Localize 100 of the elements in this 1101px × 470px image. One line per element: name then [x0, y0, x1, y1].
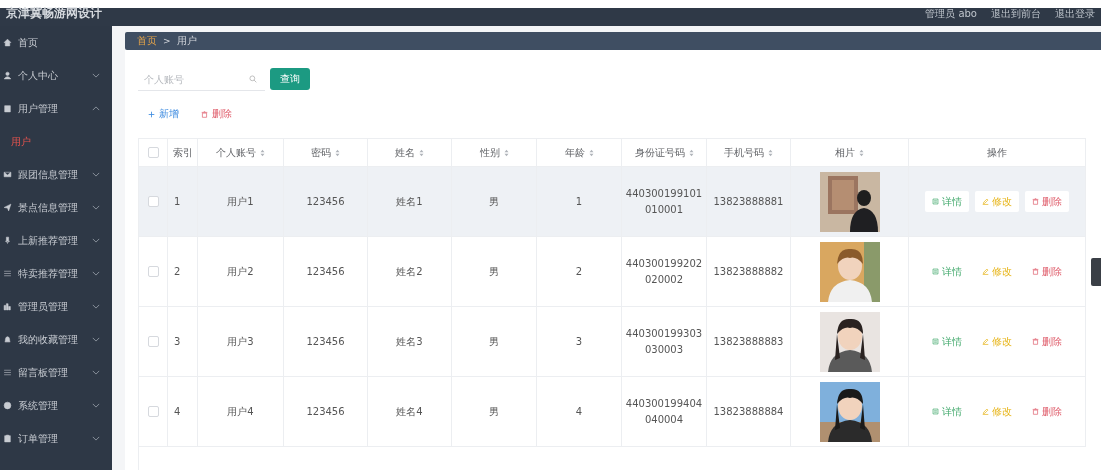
table-cell-text: 4: [174, 404, 181, 419]
table-cell-text: 1: [174, 194, 181, 209]
table-cell-text: 123456: [306, 334, 345, 349]
sidebar-item[interactable]: 订单管理: [0, 422, 112, 455]
admin-label: 管理员 abo: [925, 7, 977, 21]
details-button[interactable]: 详情: [925, 191, 969, 212]
trash-icon: [1032, 268, 1039, 275]
table-cell-text: 13823888884: [713, 404, 784, 419]
sidebar-item[interactable]: 景点信息管理: [0, 191, 112, 224]
column-header: 相片: [835, 145, 855, 160]
column-header: 姓名: [395, 145, 415, 160]
table-cell-text: 440300199101010001: [624, 186, 704, 217]
menu-item-icon: [3, 38, 12, 47]
select-all-checkbox[interactable]: [147, 147, 159, 158]
sidebar-item[interactable]: 系统管理: [0, 389, 112, 422]
table-cell-text: 男: [489, 334, 499, 349]
sort-icon[interactable]: [260, 148, 265, 157]
pencil-icon: [982, 338, 989, 345]
table-cell-text: 用户3: [227, 334, 254, 349]
column-header: 密码: [311, 145, 331, 160]
sidebar-item[interactable]: 首页: [0, 26, 112, 59]
menu-item-icon: [3, 335, 12, 344]
details-button[interactable]: 详情: [925, 331, 969, 352]
menu-item-icon: [3, 236, 12, 245]
breadcrumb-separator: >: [163, 36, 171, 46]
column-header: 个人账号: [216, 145, 256, 160]
menu-item-icon: [3, 104, 12, 113]
sidebar-item[interactable]: 我的收藏管理: [0, 323, 112, 356]
header-link[interactable]: 退出到前台: [991, 7, 1041, 21]
table-cell-text: 123456: [306, 194, 345, 209]
table-cell-text: 1: [575, 194, 583, 209]
header-link[interactable]: 退出登录: [1055, 7, 1095, 21]
trash-icon: [1032, 408, 1039, 415]
table-cell-text: 姓名2: [396, 264, 423, 279]
document-icon: [932, 198, 939, 205]
column-header: 操作: [987, 145, 1007, 160]
menu-item-icon: [3, 170, 12, 179]
table-cell-text: 姓名3: [396, 334, 423, 349]
menu-item-icon: [3, 368, 12, 377]
table-cell-text: 2: [575, 264, 583, 279]
document-icon: [932, 268, 939, 275]
row-checkbox[interactable]: [147, 266, 159, 277]
site-title: 京津冀畅游网设计: [6, 4, 102, 22]
delete-button[interactable]: 删除: [1025, 401, 1069, 422]
delete-button[interactable]: 删除: [1025, 331, 1069, 352]
table-cell-text: 440300199303030003: [624, 326, 704, 357]
menu-item-icon: [3, 71, 12, 80]
sidebar-item[interactable]: 特卖推荐管理: [0, 257, 112, 290]
breadcrumb-link[interactable]: 首页: [137, 34, 157, 48]
sidebar-item[interactable]: 跟团信息管理: [0, 158, 112, 191]
sort-icon[interactable]: [419, 148, 424, 157]
plus-icon: [148, 110, 155, 118]
menu-item-icon: [3, 434, 12, 443]
sort-icon[interactable]: [688, 148, 694, 157]
document-icon: [932, 408, 939, 415]
search-icon: [249, 75, 257, 83]
sidebar-item[interactable]: 个人中心: [0, 59, 112, 92]
table-cell-text: 男: [489, 194, 499, 209]
menu-item-icon: [3, 302, 12, 311]
column-header: 身份证号码: [634, 145, 685, 160]
table-cell-text: 440300199202020002: [624, 256, 704, 287]
delete-button[interactable]: 删除: [1025, 261, 1069, 282]
delete-button[interactable]: 删除: [1025, 191, 1069, 212]
sort-icon[interactable]: [768, 148, 773, 157]
column-header: 手机号码: [724, 145, 764, 160]
sort-icon[interactable]: [588, 148, 594, 157]
delete-button[interactable]: 删除: [201, 107, 232, 121]
table-cell-text: 440300199404040004: [624, 396, 704, 427]
sort-icon[interactable]: [503, 148, 509, 157]
add-button[interactable]: 新增: [148, 107, 179, 121]
table-cell-text: 3: [174, 334, 181, 349]
trash-icon: [1032, 198, 1039, 205]
row-checkbox[interactable]: [147, 336, 159, 347]
sort-icon[interactable]: [859, 148, 864, 157]
column-header: 性别: [479, 145, 500, 160]
breadcrumb-link[interactable]: 用户: [176, 34, 197, 48]
sidebar-item[interactable]: 管理员管理: [0, 290, 112, 323]
table-cell-text: 男: [489, 404, 499, 419]
table-cell-text: 13823888881: [713, 194, 784, 209]
menu-item-icon: [3, 203, 12, 212]
details-button[interactable]: 详情: [925, 261, 969, 282]
sidebar-item[interactable]: 用户管理: [0, 92, 112, 125]
table-cell-text: 用户2: [227, 264, 254, 279]
table-cell-text: 男: [489, 264, 499, 279]
table-cell-text: 用户1: [227, 194, 254, 209]
pencil-icon: [982, 408, 989, 415]
row-checkbox[interactable]: [147, 406, 159, 417]
pencil-icon: [982, 268, 989, 275]
table-cell-text: 用户4: [227, 404, 254, 419]
sort-icon[interactable]: [335, 148, 340, 157]
column-header: 索引: [172, 145, 193, 160]
details-button[interactable]: 详情: [925, 401, 969, 422]
table-cell-text: 3: [575, 334, 583, 349]
submenu-item[interactable]: 用户: [0, 125, 112, 158]
side-handle[interactable]: [1091, 258, 1101, 286]
query-button[interactable]: 查询: [270, 68, 310, 90]
row-checkbox[interactable]: [147, 196, 159, 207]
trash-icon: [201, 110, 208, 118]
sidebar-item[interactable]: 留言板管理: [0, 356, 112, 389]
sidebar-item[interactable]: 上新推荐管理: [0, 224, 112, 257]
